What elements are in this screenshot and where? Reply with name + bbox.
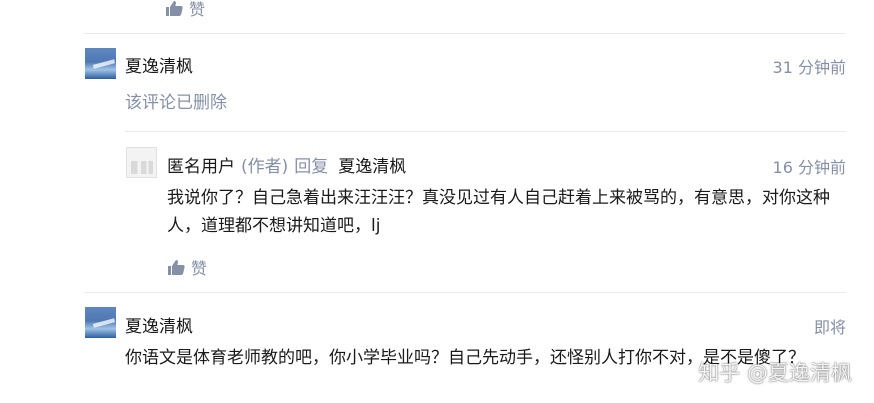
watermark: 知乎 @夏逸清枫 — [698, 361, 852, 385]
thumbs-up-icon — [167, 259, 185, 275]
reply-target[interactable]: 夏逸清枫 — [338, 152, 406, 177]
deleted-notice: 该评论已删除 — [125, 93, 227, 113]
comment-time: 即将 — [813, 318, 846, 337]
comment-author[interactable]: 夏逸清枫 — [125, 52, 193, 77]
comment-author[interactable]: 匿名用户 — [167, 152, 235, 177]
comment-thread: 赞 夏逸清枫 31 分钟前 该评论已删除 匿名用户 (作者) 回复 夏逸清枫 1… — [0, 0, 874, 403]
divider — [84, 33, 846, 34]
like-label: 赞 — [189, 0, 206, 19]
author-badge: (作者) — [241, 157, 289, 177]
avatar[interactable] — [85, 307, 116, 338]
thumbs-up-icon — [165, 0, 183, 16]
comment-author[interactable]: 夏逸清枫 — [125, 312, 193, 337]
divider — [84, 292, 846, 293]
reply-header: 匿名用户 (作者) 回复 夏逸清枫 — [167, 152, 406, 177]
like-label: 赞 — [191, 259, 208, 278]
comment-time: 31 分钟前 — [772, 58, 846, 77]
comment-text: 我说你了？自己急着出来汪汪汪？真没见过有人自己赶着上来被骂的，有意思，对你这种人… — [167, 188, 830, 236]
avatar[interactable] — [126, 147, 157, 178]
comment-time: 16 分钟前 — [772, 158, 846, 177]
avatar[interactable] — [85, 48, 116, 79]
like-button[interactable]: 赞 — [165, 0, 205, 20]
like-button[interactable]: 赞 — [167, 255, 207, 279]
divider — [125, 131, 846, 132]
reply-label: 回复 — [294, 157, 329, 177]
